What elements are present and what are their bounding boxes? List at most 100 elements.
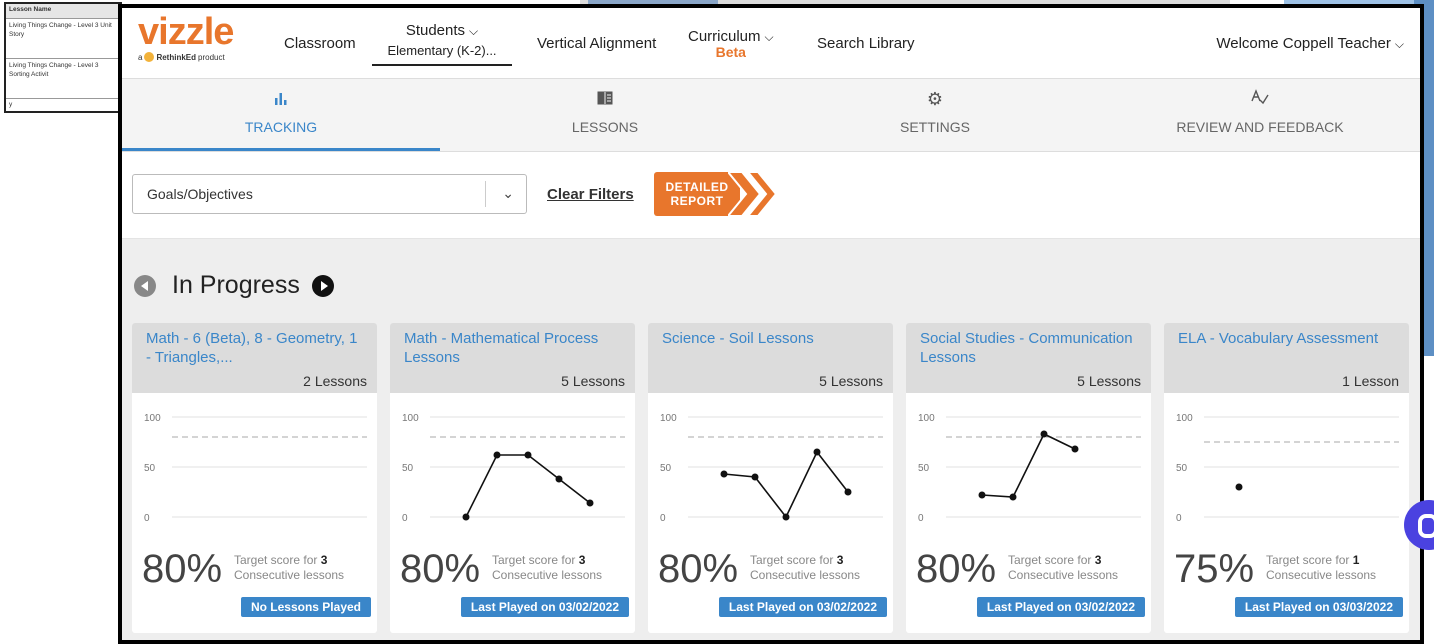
chevron-down-icon: ⌄ xyxy=(502,185,514,201)
y-tick-label: 0 xyxy=(918,513,924,524)
progress-chart: 100 50 0 xyxy=(1164,395,1409,545)
tab-tracking-label: TRACKING xyxy=(244,119,318,135)
status-badge: No Lessons Played xyxy=(240,597,371,617)
lesson-count: 1 Lesson xyxy=(1342,373,1399,389)
next-arrow-icon[interactable] xyxy=(311,274,334,297)
tab-review-and-feedback[interactable]: REVIEW AND FEEDBACK xyxy=(1100,79,1420,151)
target-prefix: Target score for xyxy=(750,553,834,567)
y-tick-label: 50 xyxy=(402,463,414,474)
target-description: Target score for 3 Consecutive lessons xyxy=(492,553,602,583)
target-count: 3 xyxy=(320,553,328,567)
tab-review-label: REVIEW AND FEEDBACK xyxy=(1176,119,1344,135)
data-point[interactable] xyxy=(844,488,852,496)
target-percent: 80% xyxy=(916,547,997,591)
logo-sub-prefix: a xyxy=(138,52,143,62)
card-header: Math - 6 (Beta), 8 - Geometry, 1 - Trian… xyxy=(132,323,377,393)
line-chart: 100 50 0 xyxy=(144,413,367,524)
double-chevron-right-icon xyxy=(728,172,778,216)
target-description: Target score for 3 Consecutive lessons xyxy=(1008,553,1118,583)
previous-arrow-icon[interactable] xyxy=(134,274,156,297)
y-tick-label: 100 xyxy=(918,413,935,424)
rethinked-sun-icon xyxy=(144,52,155,62)
lesson-count: 5 Lessons xyxy=(819,373,883,389)
data-point[interactable] xyxy=(813,448,821,456)
data-point[interactable] xyxy=(493,451,501,459)
data-point[interactable] xyxy=(586,499,594,507)
y-tick-label: 100 xyxy=(1176,413,1193,424)
line-chart: 100 50 0 xyxy=(402,413,625,524)
target-suffix: Consecutive lessons xyxy=(750,568,861,582)
goal-card[interactable]: Math - Mathematical Process Lessons 5 Les… xyxy=(390,323,635,633)
target-description: Target score for 1 Consecutive lessons xyxy=(1266,553,1376,583)
card-header: Social Studies - Communication Lessons 5 … xyxy=(906,323,1151,393)
target-count: 1 xyxy=(1352,553,1360,567)
status-badge: Last Played on 03/02/2022 xyxy=(718,597,887,617)
tracking-content: In Progress Math - 6 (Beta), 8 - Geometr… xyxy=(122,239,1420,640)
book-icon xyxy=(440,89,770,111)
user-menu[interactable]: Welcome Coppell Teacher ⌵ xyxy=(1216,35,1404,52)
target-suffix: Consecutive lessons xyxy=(492,568,603,582)
nav-curriculum-dropdown[interactable]: Curriculum ⌵ Beta xyxy=(688,28,774,59)
tab-settings-label: SETTINGS xyxy=(899,119,970,135)
data-point[interactable] xyxy=(1235,483,1243,491)
card-title[interactable]: Math - Mathematical Process Lessons xyxy=(404,329,621,367)
vizzle-logo[interactable]: vizzle a RethinkEd product xyxy=(138,11,234,62)
nav-students-selected: Elementary (K-2)... xyxy=(372,43,512,66)
in-progress-header: In Progress xyxy=(134,271,334,300)
detailed-report-button[interactable]: DETAILED REPORT xyxy=(654,172,786,216)
card-header: ELA - Vocabulary Assessment 1 Lesson xyxy=(1164,323,1409,393)
nav-vertical-alignment[interactable]: Vertical Alignment xyxy=(537,35,656,52)
data-point[interactable] xyxy=(751,473,759,481)
target-description: Target score for 3 Consecutive lessons xyxy=(750,553,860,583)
tab-settings[interactable]: ⚙ SETTINGS xyxy=(770,79,1100,151)
y-tick-label: 0 xyxy=(402,513,408,524)
card-title[interactable]: ELA - Vocabulary Assessment xyxy=(1178,329,1395,348)
card-footer: 75% Target score for 1 Consecutive lessons… xyxy=(1164,545,1409,625)
goal-card[interactable]: Social Studies - Communication Lessons 5 … xyxy=(906,323,1151,633)
data-point[interactable] xyxy=(720,470,728,478)
data-point[interactable] xyxy=(462,513,470,521)
data-point[interactable] xyxy=(1009,493,1017,501)
nav-students-dropdown[interactable]: Students ⌵ Elementary (K-2)... xyxy=(372,22,512,66)
progress-chart: 100 50 0 xyxy=(390,395,635,545)
goal-card[interactable]: Math - 6 (Beta), 8 - Geometry, 1 - Trian… xyxy=(132,323,377,633)
lesson-count: 5 Lessons xyxy=(561,373,625,389)
data-point[interactable] xyxy=(978,491,986,499)
data-point[interactable] xyxy=(555,475,563,483)
y-tick-label: 0 xyxy=(1176,513,1182,524)
card-title[interactable]: Math - 6 (Beta), 8 - Geometry, 1 - Trian… xyxy=(146,329,363,367)
goals-objectives-select[interactable]: Goals/Objectives ⌄ xyxy=(132,174,527,214)
target-count: 3 xyxy=(836,553,844,567)
nav-search-library[interactable]: Search Library xyxy=(817,35,915,52)
tab-lessons-label: LESSONS xyxy=(571,119,639,135)
data-point[interactable] xyxy=(524,451,532,459)
card-title[interactable]: Social Studies - Communication Lessons xyxy=(920,329,1137,367)
y-tick-label: 50 xyxy=(1176,463,1188,474)
y-tick-label: 50 xyxy=(918,463,930,474)
data-point[interactable] xyxy=(782,513,790,521)
tab-tracking[interactable]: TRACKING xyxy=(122,79,440,151)
series-line xyxy=(981,432,1076,498)
y-tick-label: 100 xyxy=(660,413,677,424)
card-title[interactable]: Science - Soil Lessons xyxy=(662,329,879,348)
status-badge: Last Played on 03/02/2022 xyxy=(460,597,629,617)
logo-sub-suffix: product xyxy=(198,52,225,62)
target-prefix: Target score for xyxy=(492,553,576,567)
status-badge: Last Played on 03/02/2022 xyxy=(976,597,1145,617)
nav-classroom[interactable]: Classroom xyxy=(284,35,356,52)
line-chart: 100 50 0 xyxy=(918,413,1141,524)
section-title: In Progress xyxy=(172,271,300,299)
status-badge: Last Played on 03/03/2022 xyxy=(1234,597,1403,617)
data-point[interactable] xyxy=(1071,445,1079,453)
data-point[interactable] xyxy=(1040,430,1048,438)
card-footer: 80% Target score for 3 Consecutive lessons… xyxy=(390,545,635,625)
goal-card[interactable]: ELA - Vocabulary Assessment 1 Lesson 100 50… xyxy=(1164,323,1409,633)
lesson-count: 5 Lessons xyxy=(1077,373,1141,389)
target-suffix: Consecutive lessons xyxy=(234,568,345,582)
goal-card[interactable]: Science - Soil Lessons 5 Lessons 100 50 0 80%… xyxy=(648,323,893,633)
logo-wordmark: vizzle xyxy=(138,11,234,53)
tab-lessons[interactable]: LESSONS xyxy=(440,79,770,151)
target-percent: 75% xyxy=(1174,547,1255,591)
clear-filters-link[interactable]: Clear Filters xyxy=(547,186,634,203)
target-percent: 80% xyxy=(400,547,481,591)
